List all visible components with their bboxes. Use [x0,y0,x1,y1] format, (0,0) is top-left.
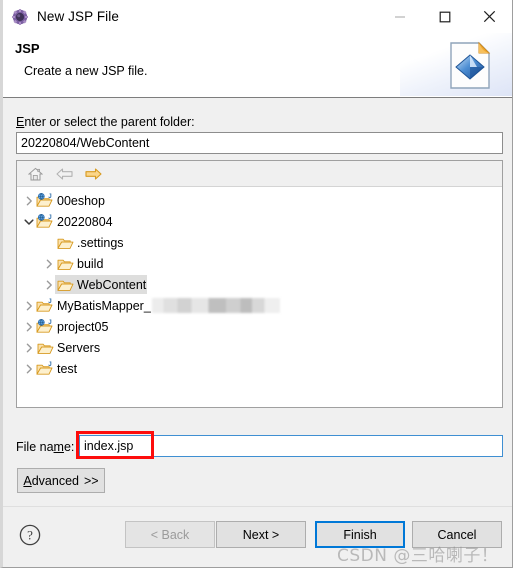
tree-item-label: build [77,256,104,271]
dialog-body: Enter or select the parent folder: 20220… [3,98,512,506]
chevron-right-icon[interactable] [21,343,36,353]
tree-item-label: MyBatisMapper_ [57,298,151,313]
svg-text:J: J [48,319,52,326]
folder-icon [56,235,74,251]
chevron-down-icon[interactable] [21,217,36,227]
window-title: New JSP File [37,9,119,24]
web-project-icon: J [36,193,54,209]
file-name-input[interactable] [79,435,503,457]
tree-item-label: project05 [57,319,109,334]
folder-tree[interactable]: J 00eshop J 20220804 .settings build WebConten… [17,187,502,379]
dialog-footer: ? < Back Next > Finish Cancel [3,506,512,567]
forward-arrow-icon[interactable] [83,165,103,183]
tree-item-label: .settings [77,235,124,250]
back-arrow-icon[interactable] [54,165,74,183]
minimize-button[interactable] [377,0,422,33]
folder-icon [56,256,74,272]
folder-icon [56,277,74,293]
tree-item-label: test [57,361,78,376]
maximize-button[interactable] [422,0,467,33]
finish-button-label: Finish [343,527,377,542]
file-name-label: File name: [16,440,75,454]
tree-item-20220804[interactable]: J 20220804 [17,211,502,232]
page-description: Create a new JSP file. [24,64,148,78]
parent-folder-input[interactable] [16,132,503,154]
tree-item-build[interactable]: build [17,253,502,274]
close-button[interactable] [467,0,512,33]
svg-text:J: J [48,298,52,305]
svg-text:J: J [48,214,52,221]
cancel-button-label: Cancel [437,527,477,542]
next-button[interactable]: Next > [216,521,306,548]
advanced-button[interactable]: Advanced >> [17,468,105,493]
tree-item-label: Servers [57,340,101,355]
advanced-button-label: Advanced [23,473,79,488]
chevron-right-icon[interactable] [21,196,36,206]
java-project-icon: J [36,361,54,377]
folder-icon [36,340,54,356]
folder-tree-panel: J 00eshop J 20220804 .settings build WebConten… [16,160,503,408]
jsp-file-banner-icon [448,41,494,91]
wizard-header: JSP Create a new JSP file. [3,33,512,98]
tree-item-webcontent[interactable]: WebContent [17,274,502,295]
svg-text:?: ? [27,528,33,543]
back-button-label: < Back [150,527,190,542]
chevron-right-icon[interactable] [21,322,36,332]
next-button-label: Next > [242,527,280,542]
finish-button[interactable]: Finish [315,521,405,548]
web-project-icon: J [36,319,54,335]
tree-item-project05[interactable]: Jproject05 [17,316,502,337]
tree-item-servers[interactable]: Servers [17,337,502,358]
help-question-icon[interactable]: ? [19,524,41,546]
redacted-text-blur [151,298,280,313]
chevron-right-icon[interactable] [21,364,36,374]
tree-item-label: WebContent [77,277,147,292]
java-project-icon: J [36,298,54,314]
chevron-right-icon[interactable] [21,301,36,311]
new-jsp-file-dialog: New JSP File JSP Create a new JSP file. [0,0,513,568]
tree-item-test[interactable]: Jtest [17,358,502,379]
svg-text:J: J [48,361,52,368]
parent-folder-label: Enter or select the parent folder: [16,115,195,129]
jsp-wizard-icon [12,8,28,25]
chevron-right-icon[interactable] [41,280,56,290]
tree-item-label: 00eshop [57,193,105,208]
svg-text:J: J [48,193,52,200]
advanced-chevrons: >> [84,473,99,488]
page-title: JSP [15,41,40,56]
web-project-icon: J [36,214,54,230]
home-icon[interactable] [25,165,45,183]
tree-toolbar [17,161,502,187]
cancel-button[interactable]: Cancel [412,521,502,548]
window-controls [377,0,512,33]
tree-item-00eshop[interactable]: J 00eshop [17,190,502,211]
back-button[interactable]: < Back [125,521,215,548]
chevron-right-icon[interactable] [41,259,56,269]
title-bar: New JSP File [3,0,512,33]
tree-item-label: 20220804 [57,214,113,229]
tree-item-mybatismapper_[interactable]: J MyBatisMapper_ [17,295,502,316]
tree-item-settings[interactable]: .settings [17,232,502,253]
